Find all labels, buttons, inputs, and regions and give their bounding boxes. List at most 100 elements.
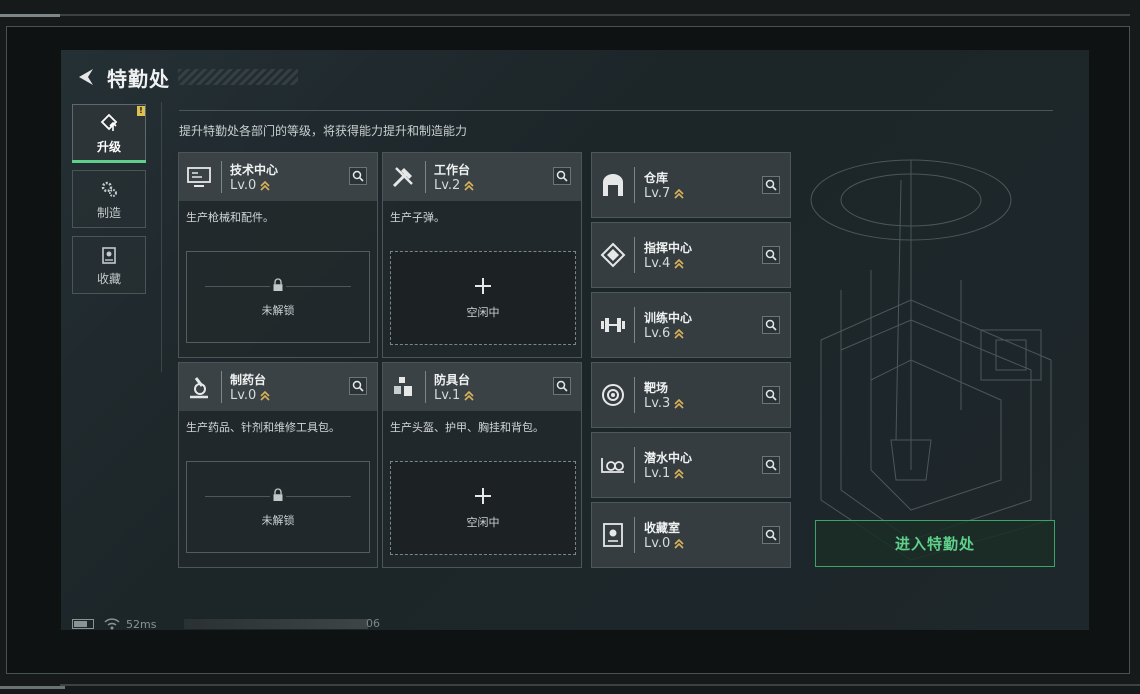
department-description: 生产药品、针剂和维修工具包。 <box>186 421 340 434</box>
level-chevron-icon <box>674 188 684 199</box>
wifi-icon <box>104 618 120 630</box>
inspect-button[interactable] <box>762 456 780 474</box>
level-chevron-icon <box>674 328 684 339</box>
lock-icon <box>270 486 286 504</box>
page-title: 特勤处 <box>107 66 170 91</box>
tab-upgrade[interactable]: 升级 <box>72 104 146 162</box>
tab-collection[interactable]: 收藏 <box>72 236 146 294</box>
enter-special-ops-button[interactable]: 进入特勤处 <box>815 520 1055 567</box>
active-tab-indicator <box>72 160 146 163</box>
base-blueprint-illustration <box>810 159 1052 561</box>
inspect-button[interactable] <box>762 176 780 194</box>
card-divider <box>425 371 426 403</box>
level-chevron-icon <box>260 180 270 191</box>
facility-card-shooting-range[interactable]: 靶场 Lv.3 <box>591 362 791 428</box>
level-chevron-icon <box>674 538 684 549</box>
facility-level: Lv.1 <box>644 466 684 481</box>
command-icon <box>598 240 628 270</box>
upgrade-icon <box>98 112 120 134</box>
inspect-button[interactable] <box>762 316 780 334</box>
game-screen: 特勤处 升级 ! 制造 收藏 提升特勤处各部门的等级，将获得能力提升和制造能力 <box>61 50 1089 630</box>
facility-card-command-center[interactable]: 指挥中心 Lv.4 <box>591 222 791 288</box>
facility-card-warehouse[interactable]: 仓库 Lv.7 <box>591 152 791 218</box>
warehouse-icon <box>598 170 628 200</box>
department-level: Lv.1 <box>434 388 474 403</box>
department-level: Lv.0 <box>230 388 270 403</box>
inspect-button[interactable] <box>349 377 367 395</box>
search-icon <box>765 319 777 331</box>
lock-icon <box>270 276 286 294</box>
computer-icon <box>185 163 213 191</box>
search-icon <box>352 170 364 182</box>
bottom-bezel-accent <box>0 686 65 689</box>
facility-level: Lv.3 <box>644 396 684 411</box>
card-divider <box>634 167 635 203</box>
inspect-button[interactable] <box>553 167 571 185</box>
header: 特勤处 <box>73 62 298 92</box>
level-chevron-icon <box>260 390 270 401</box>
counter-readout: 06 <box>366 617 380 630</box>
production-slot-locked: 未解锁 <box>186 461 370 553</box>
inspect-button[interactable] <box>349 167 367 185</box>
card-header: 制药台 Lv.0 <box>179 363 377 411</box>
trophy-room-icon <box>598 520 628 550</box>
microscope-icon <box>185 373 213 401</box>
card-header: 工作台 Lv.2 <box>383 153 581 201</box>
card-divider <box>634 517 635 553</box>
tab-label: 升级 <box>96 139 121 154</box>
slot-status: 未解锁 <box>261 514 295 527</box>
facility-name: 训练中心 <box>644 311 693 325</box>
department-card-armor-bench[interactable]: 防具台 Lv.1 生产头盔、护甲、胸挂和背包。 空闲中 <box>382 362 582 568</box>
level-chevron-icon <box>464 180 474 191</box>
search-icon <box>765 529 777 541</box>
top-bezel <box>0 14 1130 16</box>
facility-name: 潜水中心 <box>644 451 693 465</box>
level-chevron-icon <box>674 468 684 479</box>
production-slot-idle[interactable]: 空闲中 <box>390 251 576 345</box>
card-divider <box>221 161 222 193</box>
level-chevron-icon <box>674 398 684 409</box>
facility-card-training-center[interactable]: 训练中心 Lv.6 <box>591 292 791 358</box>
collection-icon <box>98 244 120 266</box>
department-card-tech-center[interactable]: 技术中心 Lv.0 生产枪械和配件。 未解锁 <box>178 152 378 358</box>
slot-status: 未解锁 <box>261 304 295 317</box>
facility-name: 指挥中心 <box>644 241 693 255</box>
department-card-workbench[interactable]: 工作台 Lv.2 生产子弹。 空闲中 <box>382 152 582 358</box>
level-chevron-icon <box>674 258 684 269</box>
production-slot-idle[interactable]: 空闲中 <box>390 461 576 555</box>
department-name: 防具台 <box>434 373 471 387</box>
inspect-button[interactable] <box>762 386 780 404</box>
card-divider <box>634 377 635 413</box>
horizontal-divider <box>179 110 1053 111</box>
tab-craft[interactable]: 制造 <box>72 170 146 228</box>
level-text: Lv.0 <box>230 388 257 403</box>
facility-level: Lv.6 <box>644 326 684 341</box>
app-frame: 特勤处 升级 ! 制造 收藏 提升特勤处各部门的等级，将获得能力提升和制造能力 <box>0 0 1140 694</box>
card-header: 防具台 Lv.1 <box>383 363 581 411</box>
facility-card-trophy-room[interactable]: 收藏室 Lv.0 <box>591 502 791 568</box>
status-bar: 52ms <box>72 616 156 632</box>
card-header: 技术中心 Lv.0 <box>179 153 377 201</box>
level-text: Lv.6 <box>644 326 671 341</box>
inspect-button[interactable] <box>762 246 780 264</box>
facility-card-diving-center[interactable]: 潜水中心 Lv.1 <box>591 432 791 498</box>
department-card-pharmacy[interactable]: 制药台 Lv.0 生产药品、针剂和维修工具包。 未解锁 <box>178 362 378 568</box>
department-description: 生产枪械和配件。 <box>186 211 274 224</box>
search-icon <box>765 389 777 401</box>
department-description: 生产头盔、护甲、胸挂和背包。 <box>390 421 544 434</box>
card-divider <box>221 371 222 403</box>
network-bar <box>184 619 368 629</box>
back-arrow-icon[interactable] <box>73 64 99 90</box>
level-text: Lv.7 <box>644 186 671 201</box>
facility-name: 收藏室 <box>644 521 681 535</box>
facility-name: 靶场 <box>644 381 669 395</box>
card-divider <box>425 161 426 193</box>
vertical-divider <box>161 102 162 372</box>
inspect-button[interactable] <box>762 526 780 544</box>
level-text: Lv.3 <box>644 396 671 411</box>
production-slot-locked: 未解锁 <box>186 251 370 343</box>
inspect-button[interactable] <box>553 377 571 395</box>
level-text: Lv.4 <box>644 256 671 271</box>
card-divider <box>634 237 635 273</box>
search-icon <box>556 380 568 392</box>
